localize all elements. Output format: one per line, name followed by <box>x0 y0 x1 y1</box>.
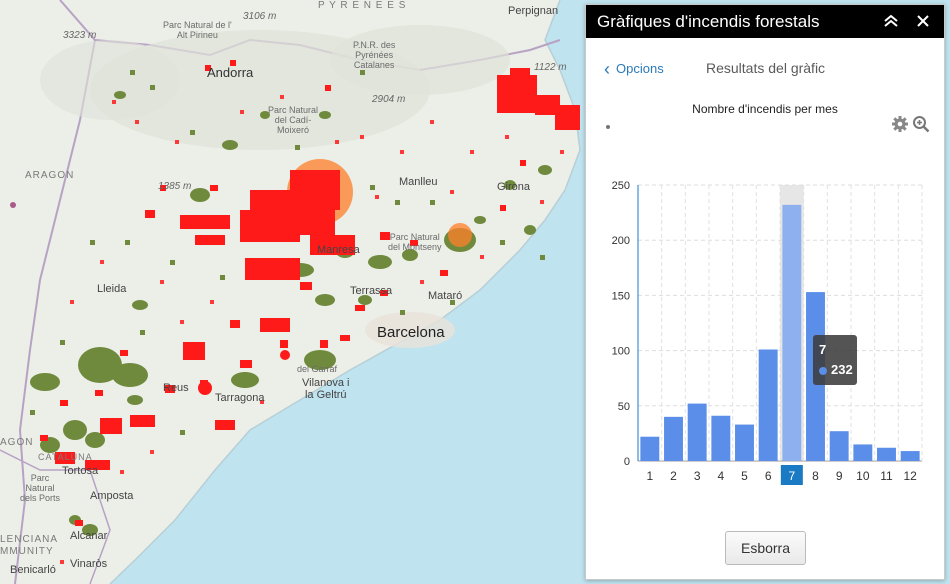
region-label-pyrenees: P Y R E N E E S <box>318 0 407 11</box>
legend-dot <box>606 125 610 129</box>
panel-header: Gràfiques d'incendis forestals <box>586 5 944 38</box>
bar-month-6[interactable] <box>758 349 778 461</box>
bar-month-9[interactable] <box>829 431 849 461</box>
x-tick-label[interactable]: 10 <box>856 469 870 483</box>
double-chevron-up-icon[interactable] <box>881 11 901 31</box>
park-label-cadi-moixero: Parc Natural del Cadí- Moixeró <box>268 105 319 135</box>
city-label-barcelona: Barcelona <box>377 324 445 341</box>
bar-month-3[interactable] <box>687 403 707 461</box>
chart-title: Nombre d'incendis per mes <box>692 102 838 116</box>
peak-label: 2904 m <box>372 94 406 105</box>
region-label-catalunya: CATALUNA <box>38 452 93 462</box>
park-label-ports: Parc Natural dels Ports <box>20 473 61 503</box>
y-tick-label: 100 <box>612 346 630 358</box>
park-label-alt-pirineu: Parc Natural de l' Alt Pirineu <box>163 20 232 40</box>
x-tick-label[interactable]: 3 <box>694 469 701 483</box>
x-tick-label[interactable]: 2 <box>670 469 677 483</box>
peak-label: 3323 m <box>63 30 97 41</box>
city-label-andorra: Andorra <box>207 65 254 80</box>
city-label-perpignan: Perpignan <box>508 5 559 17</box>
city-label-girona: Girona <box>497 181 531 193</box>
city-label-mataro: Mataró <box>428 290 463 302</box>
region-label-valenciana: LENCIANA MMUNITY <box>0 534 59 557</box>
city-label-manlleu: Manlleu <box>399 176 438 188</box>
chart-tooltip: 7 232 <box>813 335 857 385</box>
back-label: Opcions <box>616 61 664 76</box>
bar-month-1[interactable] <box>640 436 660 461</box>
region-label-aragon: ARAGON <box>25 170 75 181</box>
city-label-benicarlo: Benicarló <box>10 564 56 576</box>
back-to-options-link[interactable]: ‹ Opcions <box>604 59 664 80</box>
tooltip-series-dot <box>819 367 827 375</box>
peak-label: 3106 m <box>243 11 277 22</box>
park-label-montseny: Parc Natural del Montseny <box>388 232 442 252</box>
city-label-tortosa: Tortosa <box>62 465 99 477</box>
bar-chart[interactable]: 0501001502002501 2 3 4 5 6 7 8 9 10 11 12 <box>586 175 944 495</box>
x-tick-label[interactable]: 7 <box>788 469 795 483</box>
x-tick-label[interactable]: 9 <box>836 469 843 483</box>
y-tick-label: 250 <box>612 180 630 192</box>
panel-title: Gràfiques d'incendis forestals <box>597 12 820 31</box>
city-label-vilanova: Vilanova i la Geltrú <box>302 377 350 401</box>
y-tick-label: 150 <box>612 290 630 302</box>
bar-month-4[interactable] <box>711 415 731 461</box>
park-label-pyrenees-catalanes: P.N.R. des Pyrénées Catalanes <box>353 40 396 70</box>
x-tick-label[interactable]: 4 <box>717 469 724 483</box>
chevron-left-icon: ‹ <box>604 59 610 79</box>
x-tick-label[interactable]: 11 <box>880 469 893 483</box>
mountain-relief <box>40 40 180 120</box>
park-label-garraf: del Garraf <box>297 364 338 374</box>
clear-button[interactable]: Esborra <box>725 531 806 565</box>
y-tick-label: 50 <box>618 401 630 413</box>
city-label-tarragona: Tarragona <box>215 392 265 404</box>
x-tick-label[interactable]: 12 <box>903 469 917 483</box>
x-tick-label[interactable]: 1 <box>646 469 653 483</box>
map-marker <box>10 202 16 208</box>
gear-icon[interactable] <box>891 115 909 133</box>
zoom-in-icon[interactable] <box>912 115 930 133</box>
bar-month-2[interactable] <box>664 416 683 461</box>
peak-label: 1122 m <box>534 62 567 73</box>
city-label-amposta: Amposta <box>90 490 134 502</box>
city-label-terrassa: Terrassa <box>350 285 393 297</box>
y-tick-label: 0 <box>624 456 630 468</box>
region-label-aragon-west: AGON <box>0 437 34 448</box>
x-tick-label[interactable]: 5 <box>741 469 748 483</box>
bar-month-5[interactable] <box>735 424 754 461</box>
city-label-manresa: Manresa <box>317 244 360 256</box>
city-label-lleida: Lleida <box>97 283 127 295</box>
bar-month-11[interactable] <box>877 447 896 461</box>
x-tick-label[interactable]: 8 <box>812 469 819 483</box>
city-label-vinaros: Vinaròs <box>70 558 108 570</box>
close-icon[interactable] <box>913 11 933 31</box>
y-tick-label: 200 <box>612 235 630 247</box>
bar-month-10[interactable] <box>853 444 873 461</box>
chart-widget-panel: Gràfiques d'incendis forestals ‹ Opcions … <box>585 4 945 580</box>
x-tick-label[interactable]: 6 <box>765 469 772 483</box>
peak-label: 1385 m <box>158 181 192 192</box>
tooltip-value: 232 <box>831 362 853 377</box>
tooltip-label: 7 <box>819 342 827 357</box>
city-label-alcanar: Alcanar <box>70 530 108 542</box>
bar-month-12[interactable] <box>900 451 920 461</box>
results-tab-label: Resultats del gràfic <box>706 60 826 76</box>
city-label-reus: Reus <box>163 382 189 394</box>
bar-month-7[interactable] <box>782 204 802 461</box>
